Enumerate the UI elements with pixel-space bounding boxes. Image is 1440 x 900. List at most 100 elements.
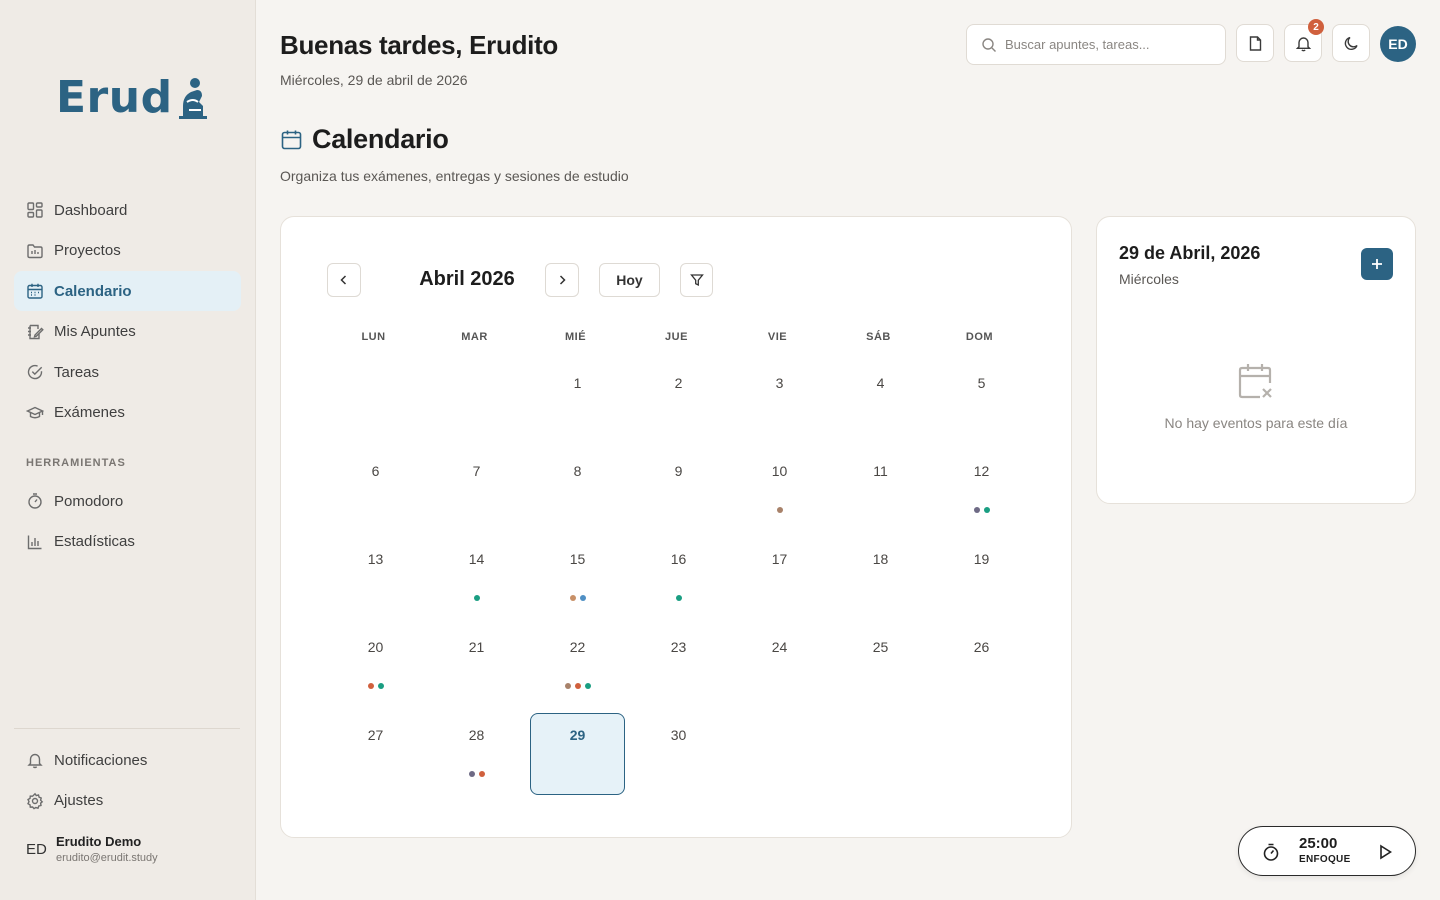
calendar-day[interactable]: 18 [833, 537, 928, 619]
sidebar-item-notes[interactable]: Mis Apuntes [14, 312, 241, 352]
sidebar-item-exams[interactable]: Exámenes [14, 393, 241, 433]
prev-month-button[interactable] [327, 263, 361, 297]
user-name: Erudito Demo [56, 834, 142, 849]
event-dot [468, 771, 475, 777]
calendar-day[interactable]: 6 [328, 449, 423, 531]
weekday-header: LUN [361, 331, 386, 343]
event-dot [574, 683, 581, 689]
sidebar-item-statistics[interactable]: Estadísticas [14, 522, 241, 562]
sidebar-item-projects[interactable]: Proyectos [14, 231, 241, 271]
event-dot [569, 595, 576, 601]
dark-mode-toggle[interactable] [1332, 24, 1370, 62]
day-number: 6 [371, 463, 380, 479]
calendar-day[interactable]: 30 [631, 713, 726, 795]
calendar-day[interactable]: 9 [631, 449, 726, 531]
event-dot [776, 507, 783, 513]
day-detail-panel: 29 de Abril, 2026 Miércoles No hay event… [1096, 216, 1416, 504]
user-avatar[interactable]: ED [1380, 26, 1416, 62]
calendar-day[interactable]: 24 [732, 625, 827, 707]
app-logo[interactable]: Erud [56, 72, 211, 123]
calendar-day[interactable]: 11 [833, 449, 928, 531]
day-number: 10 [771, 463, 788, 479]
calendar-day[interactable]: 5 [934, 361, 1029, 443]
day-number: 11 [873, 463, 888, 479]
calendar-day[interactable]: 16 [631, 537, 726, 619]
day-number: 20 [367, 639, 384, 655]
calendar-day[interactable]: 12 [934, 449, 1029, 531]
day-number: 25 [872, 639, 889, 655]
sidebar-item-pomodoro[interactable]: Pomodoro [14, 481, 241, 521]
day-number: 14 [468, 551, 485, 567]
search-box[interactable] [966, 24, 1226, 65]
calendar-day[interactable]: 23 [631, 625, 726, 707]
filter-button[interactable] [680, 263, 713, 297]
gear-icon [26, 792, 44, 810]
event-dots [631, 595, 726, 601]
sidebar-item-tasks[interactable]: Tareas [14, 352, 241, 392]
sidebar-item-calendar[interactable]: Calendario [14, 271, 241, 312]
calendar-day[interactable]: 19 [934, 537, 1029, 619]
calendar-day[interactable]: 21 [429, 625, 524, 707]
calendar-day[interactable]: 10 [732, 449, 827, 531]
graduation-cap-icon [26, 404, 44, 422]
calendar-day[interactable]: 13 [328, 537, 423, 619]
day-number: 23 [670, 639, 687, 655]
new-document-button[interactable] [1236, 24, 1274, 62]
calendar-day[interactable]: 20 [328, 625, 423, 707]
document-icon [1247, 35, 1264, 52]
calendar-day[interactable]: 25 [833, 625, 928, 707]
pomodoro-widget[interactable]: 25:00 ENFOQUE [1238, 826, 1416, 876]
user-profile[interactable]: ED Erudito Demo erudito@erudit.study [26, 834, 158, 864]
next-month-button[interactable] [545, 263, 579, 297]
calendar-day[interactable]: 26 [934, 625, 1029, 707]
calendar-icon [26, 282, 44, 300]
timer-icon [1261, 842, 1281, 862]
add-event-button[interactable] [1361, 248, 1393, 280]
calendar-day[interactable]: 7 [429, 449, 524, 531]
event-dot [367, 683, 374, 689]
calendar-day[interactable]: 4 [833, 361, 928, 443]
sidebar-item-notifications[interactable]: Notificaciones [14, 740, 241, 780]
event-dots [732, 507, 827, 513]
calendar-card: Abril 2026 Hoy LUN MAR MIÉ JUE VIE SÁB D… [280, 216, 1072, 838]
calendar-day[interactable]: 27 [328, 713, 423, 795]
calendar-day-selected[interactable]: 29 [530, 713, 625, 795]
day-number: 1 [573, 375, 582, 391]
calendar-day[interactable]: 2 [631, 361, 726, 443]
calendar-day[interactable]: 15 [530, 537, 625, 619]
sidebar-item-dashboard[interactable]: Dashboard [14, 190, 241, 230]
bell-icon [1295, 35, 1312, 52]
search-input[interactable] [1005, 37, 1205, 52]
bar-chart-icon [26, 533, 44, 551]
page-subtitle: Organiza tus exámenes, entregas y sesion… [280, 168, 629, 184]
filter-icon [689, 273, 704, 287]
event-dot [377, 683, 384, 689]
sidebar-item-label: Mis Apuntes [54, 323, 136, 341]
sidebar-item-settings[interactable]: Ajustes [14, 781, 241, 821]
calendar-day[interactable]: 3 [732, 361, 827, 443]
user-initials: ED [26, 840, 47, 858]
day-number: 24 [771, 639, 788, 655]
calendar-day[interactable]: 22 [530, 625, 625, 707]
sidebar: Erud Dashboard Proyectos Calendario Mis … [0, 0, 256, 900]
calendar-day[interactable]: 1 [530, 361, 625, 443]
selected-weekday: Miércoles [1119, 271, 1179, 287]
play-icon[interactable] [1375, 842, 1395, 862]
event-dots [934, 507, 1029, 513]
day-number: 15 [569, 551, 586, 567]
calendar-day[interactable]: 8 [530, 449, 625, 531]
event-dot [579, 595, 586, 601]
moon-icon [1343, 35, 1360, 52]
weekday-header: JUE [665, 331, 688, 343]
logo-text: Erud [56, 72, 173, 123]
today-button[interactable]: Hoy [599, 263, 660, 297]
month-title: Abril 2026 [419, 268, 515, 290]
notes-icon [26, 323, 44, 341]
search-icon [981, 37, 997, 53]
weekday-header: MIÉ [564, 331, 587, 343]
calendar-day[interactable]: 28 [429, 713, 524, 795]
calendar-day[interactable]: 17 [732, 537, 827, 619]
event-dot [564, 683, 571, 689]
notifications-button[interactable]: 2 [1284, 19, 1324, 62]
calendar-day[interactable]: 14 [429, 537, 524, 619]
